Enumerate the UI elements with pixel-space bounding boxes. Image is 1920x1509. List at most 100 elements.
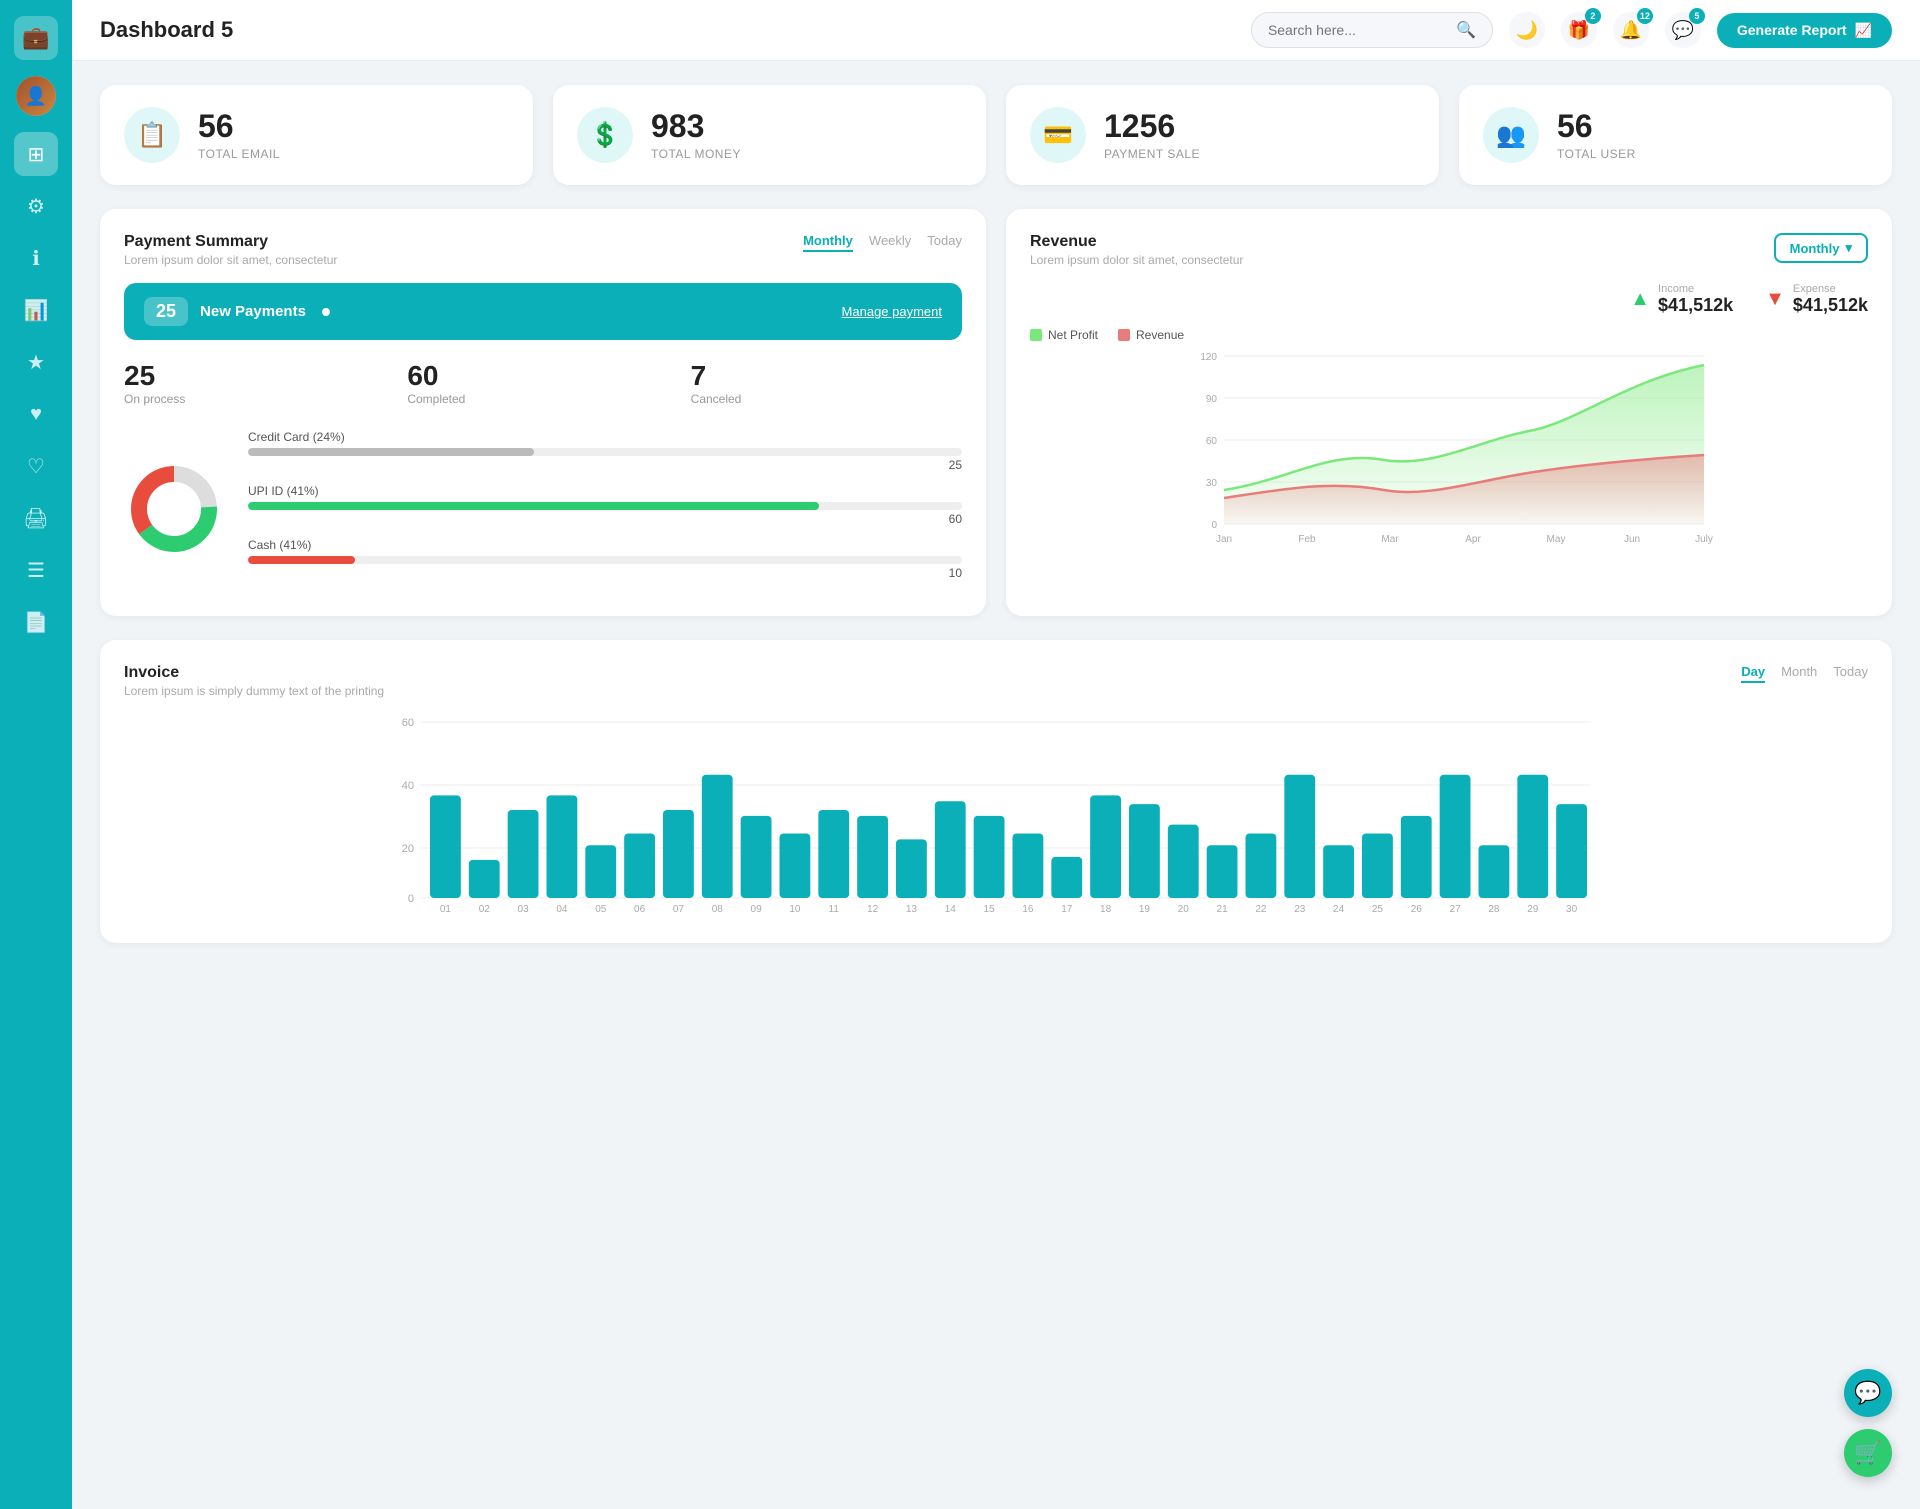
invoice-x-label: 15: [984, 904, 996, 914]
invoice-bar: [508, 810, 539, 898]
revenue-chart-svg: 120 90 60 30 0: [1030, 350, 1868, 550]
total-user-icon: 👥: [1483, 107, 1539, 163]
invoice-x-label: 02: [479, 904, 491, 914]
payment-sale-label: PAYMENT SALE: [1104, 147, 1200, 161]
gift-button[interactable]: 🎁 2: [1561, 12, 1597, 48]
search-input[interactable]: [1268, 22, 1448, 38]
header: Dashboard 5 🔍 🌙 🎁 2 🔔 12 💬 5 Generate Re…: [72, 0, 1920, 61]
legend-dot-net-profit: [1030, 329, 1042, 341]
invoice-title: Invoice: [124, 664, 384, 682]
sidebar-item-doc[interactable]: 📄: [14, 600, 58, 644]
sidebar-item-print[interactable]: 🖨: [14, 496, 58, 540]
invoice-bar: [1051, 857, 1082, 898]
income-icon: ▲: [1630, 288, 1650, 311]
svg-text:40: 40: [402, 780, 414, 792]
bar-fill-cash: [248, 556, 355, 564]
payment-bottom: Credit Card (24%) 25 UPI ID (41%) 60: [124, 430, 962, 592]
payment-summary-subtitle: Lorem ipsum dolor sit amet, consectetur: [124, 253, 337, 267]
generate-report-label: Generate Report: [1737, 22, 1847, 38]
invoice-bar: [1479, 845, 1510, 898]
sidebar-item-info[interactable]: ℹ: [14, 236, 58, 280]
bell-button[interactable]: 🔔 12: [1613, 12, 1649, 48]
invoice-x-label: 11: [829, 904, 840, 914]
total-money-label: TOTAL MONEY: [651, 147, 741, 161]
canceled-number: 7: [691, 360, 962, 392]
sidebar-avatar[interactable]: 👤: [16, 76, 56, 116]
inv-tab-today[interactable]: Today: [1833, 664, 1868, 683]
svg-text:30: 30: [1206, 478, 1218, 489]
tab-weekly[interactable]: Weekly: [869, 233, 911, 252]
invoice-bar: [818, 810, 849, 898]
new-payments-count: 25: [144, 297, 188, 326]
bar-row-credit: Credit Card (24%) 25: [248, 430, 962, 472]
theme-toggle-button[interactable]: 🌙: [1509, 12, 1545, 48]
donut-chart: [124, 459, 224, 564]
tab-monthly[interactable]: Monthly: [803, 233, 853, 252]
sidebar-item-heart2[interactable]: ♡: [14, 444, 58, 488]
invoice-x-label: 12: [867, 904, 879, 914]
invoice-bar: [1517, 775, 1548, 898]
income-item: ▲ Income $41,512k: [1630, 283, 1733, 316]
invoice-bar: [585, 845, 616, 898]
invoice-bar: [1090, 795, 1121, 898]
svg-text:90: 90: [1206, 394, 1218, 405]
total-money-number: 983: [651, 109, 741, 144]
bar-fill-credit: [248, 448, 534, 456]
inv-tab-day[interactable]: Day: [1741, 664, 1765, 683]
svg-text:0: 0: [408, 893, 414, 905]
cart-fab-button[interactable]: 🛒: [1844, 1429, 1892, 1477]
payment-card-header: Payment Summary Lorem ipsum dolor sit am…: [124, 233, 962, 267]
stat-card-total-email: 📋 56 TOTAL EMAIL: [100, 85, 533, 185]
invoice-x-label: 03: [518, 904, 530, 914]
svg-text:July: July: [1695, 534, 1713, 545]
completed-label: Completed: [407, 392, 678, 406]
invoice-x-labels-group: 0102030405060708091011121314151617181920…: [440, 904, 1578, 914]
inv-tab-month[interactable]: Month: [1781, 664, 1817, 683]
support-fab-button[interactable]: 💬: [1844, 1369, 1892, 1417]
expense-info: Expense $41,512k: [1793, 283, 1868, 316]
sidebar-item-settings[interactable]: ⚙: [14, 184, 58, 228]
invoice-x-label: 17: [1061, 904, 1073, 914]
invoice-bar: [1207, 845, 1238, 898]
revenue-dropdown[interactable]: Monthly ▾: [1774, 233, 1868, 263]
legend-label-revenue: Revenue: [1136, 328, 1184, 342]
stat-cards: 📋 56 TOTAL EMAIL 💲 983 TOTAL MONEY 💳 125…: [100, 85, 1892, 185]
canceled-label: Canceled: [691, 392, 962, 406]
donut-svg: [124, 459, 224, 559]
svg-text:Apr: Apr: [1465, 534, 1481, 545]
invoice-x-label: 25: [1372, 904, 1384, 914]
bar-track-cash: [248, 556, 962, 564]
tab-today[interactable]: Today: [927, 233, 962, 252]
chevron-down-icon: ▾: [1845, 240, 1852, 256]
payment-summary-title: Payment Summary: [124, 233, 337, 251]
stat-card-payment-sale: 💳 1256 PAYMENT SALE: [1006, 85, 1439, 185]
revenue-card: Revenue Lorem ipsum dolor sit amet, cons…: [1006, 209, 1892, 616]
total-email-label: TOTAL EMAIL: [198, 147, 280, 161]
invoice-x-label: 04: [556, 904, 568, 914]
on-process-label: On process: [124, 392, 395, 406]
revenue-title: Revenue: [1030, 233, 1243, 251]
generate-report-button[interactable]: Generate Report 📈: [1717, 13, 1892, 48]
sidebar-item-heart[interactable]: ♥: [14, 392, 58, 436]
svg-text:Feb: Feb: [1298, 534, 1316, 545]
sidebar-item-chart[interactable]: 📊: [14, 288, 58, 332]
revenue-subtitle: Lorem ipsum dolor sit amet, consectetur: [1030, 253, 1243, 267]
total-email-info: 56 TOTAL EMAIL: [198, 109, 280, 160]
invoice-bar: [741, 816, 772, 898]
search-bar: 🔍: [1251, 12, 1493, 48]
invoice-x-label: 20: [1178, 904, 1190, 914]
manage-payment-link[interactable]: Manage payment: [842, 304, 942, 319]
invoice-x-label: 09: [751, 904, 763, 914]
expense-amount: $41,512k: [1793, 295, 1868, 316]
sidebar-item-dashboard[interactable]: ⊞: [14, 132, 58, 176]
sidebar-logo: 💼: [14, 16, 58, 60]
bottom-row: Payment Summary Lorem ipsum dolor sit am…: [100, 209, 1892, 616]
total-money-icon: 💲: [577, 107, 633, 163]
svg-text:May: May: [1547, 534, 1566, 545]
sidebar-item-star[interactable]: ★: [14, 340, 58, 384]
chat-button[interactable]: 💬 5: [1665, 12, 1701, 48]
invoice-x-label: 26: [1411, 904, 1423, 914]
invoice-x-label: 08: [712, 904, 724, 914]
invoice-x-label: 21: [1217, 904, 1229, 914]
sidebar-item-list[interactable]: ☰: [14, 548, 58, 592]
